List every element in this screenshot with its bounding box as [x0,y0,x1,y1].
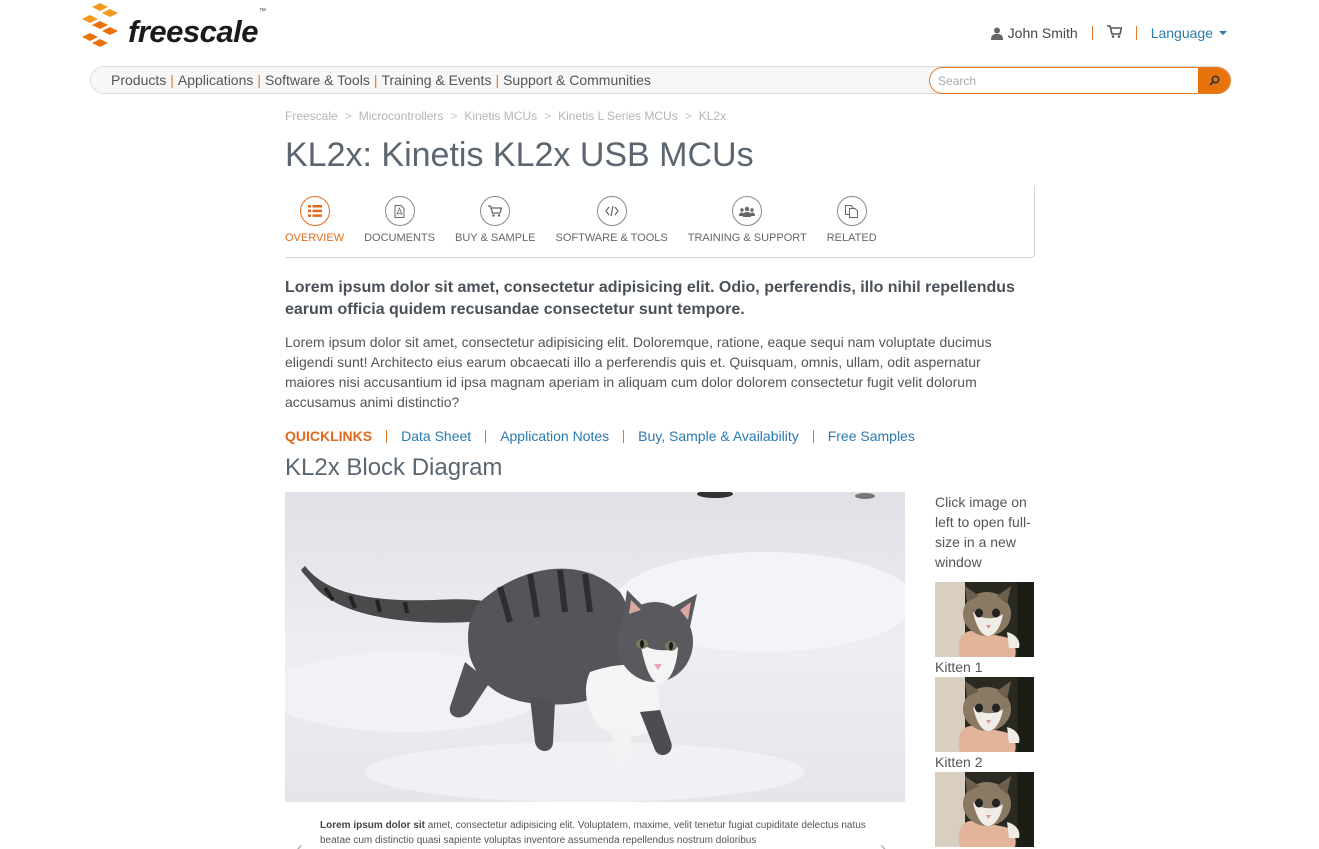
search-box [929,67,1231,94]
divider [812,429,814,443]
search-icon [1208,75,1220,86]
kitten-thumbnail-image [935,772,1034,847]
cart-icon [1106,25,1123,38]
image-caption: Lorem ipsum dolor sit amet, consectetur … [320,818,880,848]
people-icon [739,206,756,217]
logo-wordmark: freescale [128,14,258,49]
quicklink-data-sheet[interactable]: Data Sheet [401,428,471,444]
quicklink-buy-sample[interactable]: Buy, Sample & Availability [638,428,799,444]
breadcrumb-separator: > [544,109,552,123]
tab-icon-circle [596,196,627,226]
tab-icon-circle [732,196,763,226]
block-diagram-image[interactable] [285,492,905,802]
tab-documents[interactable]: DOCUMENTS [364,186,435,257]
thumbnail-kitten-1[interactable] [935,582,1034,657]
code-icon [604,205,619,217]
divider [1135,26,1137,40]
quicklinks-title: QUICKLINKS [285,428,373,444]
pdf-icon [394,204,405,218]
utility-bar: John Smith Language [990,25,1227,41]
kitten-thumbnail-image [935,582,1034,657]
breadcrumb-item[interactable]: Kinetis MCUs [464,109,537,123]
cart-icon [488,205,503,217]
breadcrumb-item[interactable]: Kinetis L Series MCUs [558,109,678,123]
caption-bold: Lorem ipsum dolor sit [320,820,426,831]
next-arrow-icon[interactable]: › [880,838,887,849]
tab-label: TRAINING & SUPPORT [687,232,807,244]
language-label: Language [1150,25,1213,41]
copy-icon [845,204,859,218]
tab-icon-circle [480,196,511,226]
search-button[interactable] [1198,68,1230,93]
breadcrumb-item[interactable]: Freescale [285,109,338,123]
breadcrumb-separator: > [344,109,352,123]
tab-buy-sample[interactable]: BUY & SAMPLE [454,186,536,257]
lead-paragraph: Lorem ipsum dolor sit amet, consectetur … [285,279,1015,318]
nav-separator: | [495,72,500,88]
freescale-logo[interactable]: freescale ™ [78,2,266,52]
kitten-in-snow-photo [285,492,905,802]
nav-item-support-communities[interactable]: Support & Communities [503,72,651,88]
breadcrumb-separator: > [450,109,458,123]
breadcrumb-item[interactable]: Microcontrollers [359,109,444,123]
page-title: KL2x: Kinetis KL2x USB MCUs [285,136,754,174]
body-paragraph: Lorem ipsum dolor sit amet, consectetur … [285,334,992,410]
chevron-down-icon [1219,31,1227,35]
nav-item-training-events[interactable]: Training & Events [381,72,491,88]
tab-training-support[interactable]: TRAINING & SUPPORT [688,186,807,257]
tab-icon-circle [836,196,867,226]
nav-separator: | [257,72,262,88]
nav-separator: | [170,72,174,88]
thumbnail-kitten-3[interactable] [935,772,1034,847]
nav-item-products[interactable]: Products [111,72,166,88]
language-dropdown[interactable]: Language [1151,25,1227,41]
user-name: John Smith [1007,25,1078,41]
tab-icon-circle [299,196,330,226]
divider [1091,26,1093,40]
quicklink-free-samples[interactable]: Free Samples [828,428,915,444]
tab-icon-circle [384,196,415,226]
cart-button[interactable] [1106,25,1123,41]
search-input[interactable] [930,68,1195,93]
kitten-thumbnail-image [935,677,1034,752]
main-nav: Products | Applications | Software & Too… [90,66,1231,94]
nav-item-applications[interactable]: Applications [178,72,254,88]
tab-label: OVERVIEW [285,232,345,244]
prev-arrow-icon[interactable]: ‹ [296,838,303,849]
list-icon [307,205,322,217]
logo-trademark: ™ [258,8,266,15]
nav-separator: | [373,72,378,88]
divider [623,429,625,443]
user-account-link[interactable]: John Smith [990,25,1078,41]
thumbnail-label[interactable]: Kitten 2 [935,754,982,770]
user-icon [990,27,1003,40]
tab-label: DOCUMENTS [364,232,435,244]
block-diagram-title: KL2x Block Diagram [285,454,503,481]
image-instructions: Click image on left to open full-size in… [935,494,1031,570]
tab-software-tools[interactable]: SOFTWARE & TOOLS [555,186,668,257]
quicklinks: QUICKLINKS Data Sheet Application Notes … [285,428,915,444]
quicklink-application-notes[interactable]: Application Notes [500,428,609,444]
tab-label: SOFTWARE & TOOLS [555,232,668,244]
divider [386,429,388,443]
thumbnail-label[interactable]: Kitten 1 [935,659,982,675]
nav-item-software-tools[interactable]: Software & Tools [265,72,370,88]
product-tabs: OVERVIEW DOCUMENTS BUY & SAMPLE SOFTWARE… [285,186,1035,258]
tab-label: BUY & SAMPLE [454,232,536,244]
breadcrumb: Freescale > Microcontrollers > Kinetis M… [285,109,726,123]
breadcrumb-item-current[interactable]: KL2x [699,109,726,123]
tab-overview[interactable]: OVERVIEW [285,186,344,257]
thumbnail-kitten-2[interactable] [935,677,1034,752]
divider [485,429,487,443]
breadcrumb-separator: > [684,109,692,123]
logo-mark-icon [82,3,118,47]
tab-label: RELATED [826,232,877,244]
tab-related[interactable]: RELATED [827,186,877,257]
